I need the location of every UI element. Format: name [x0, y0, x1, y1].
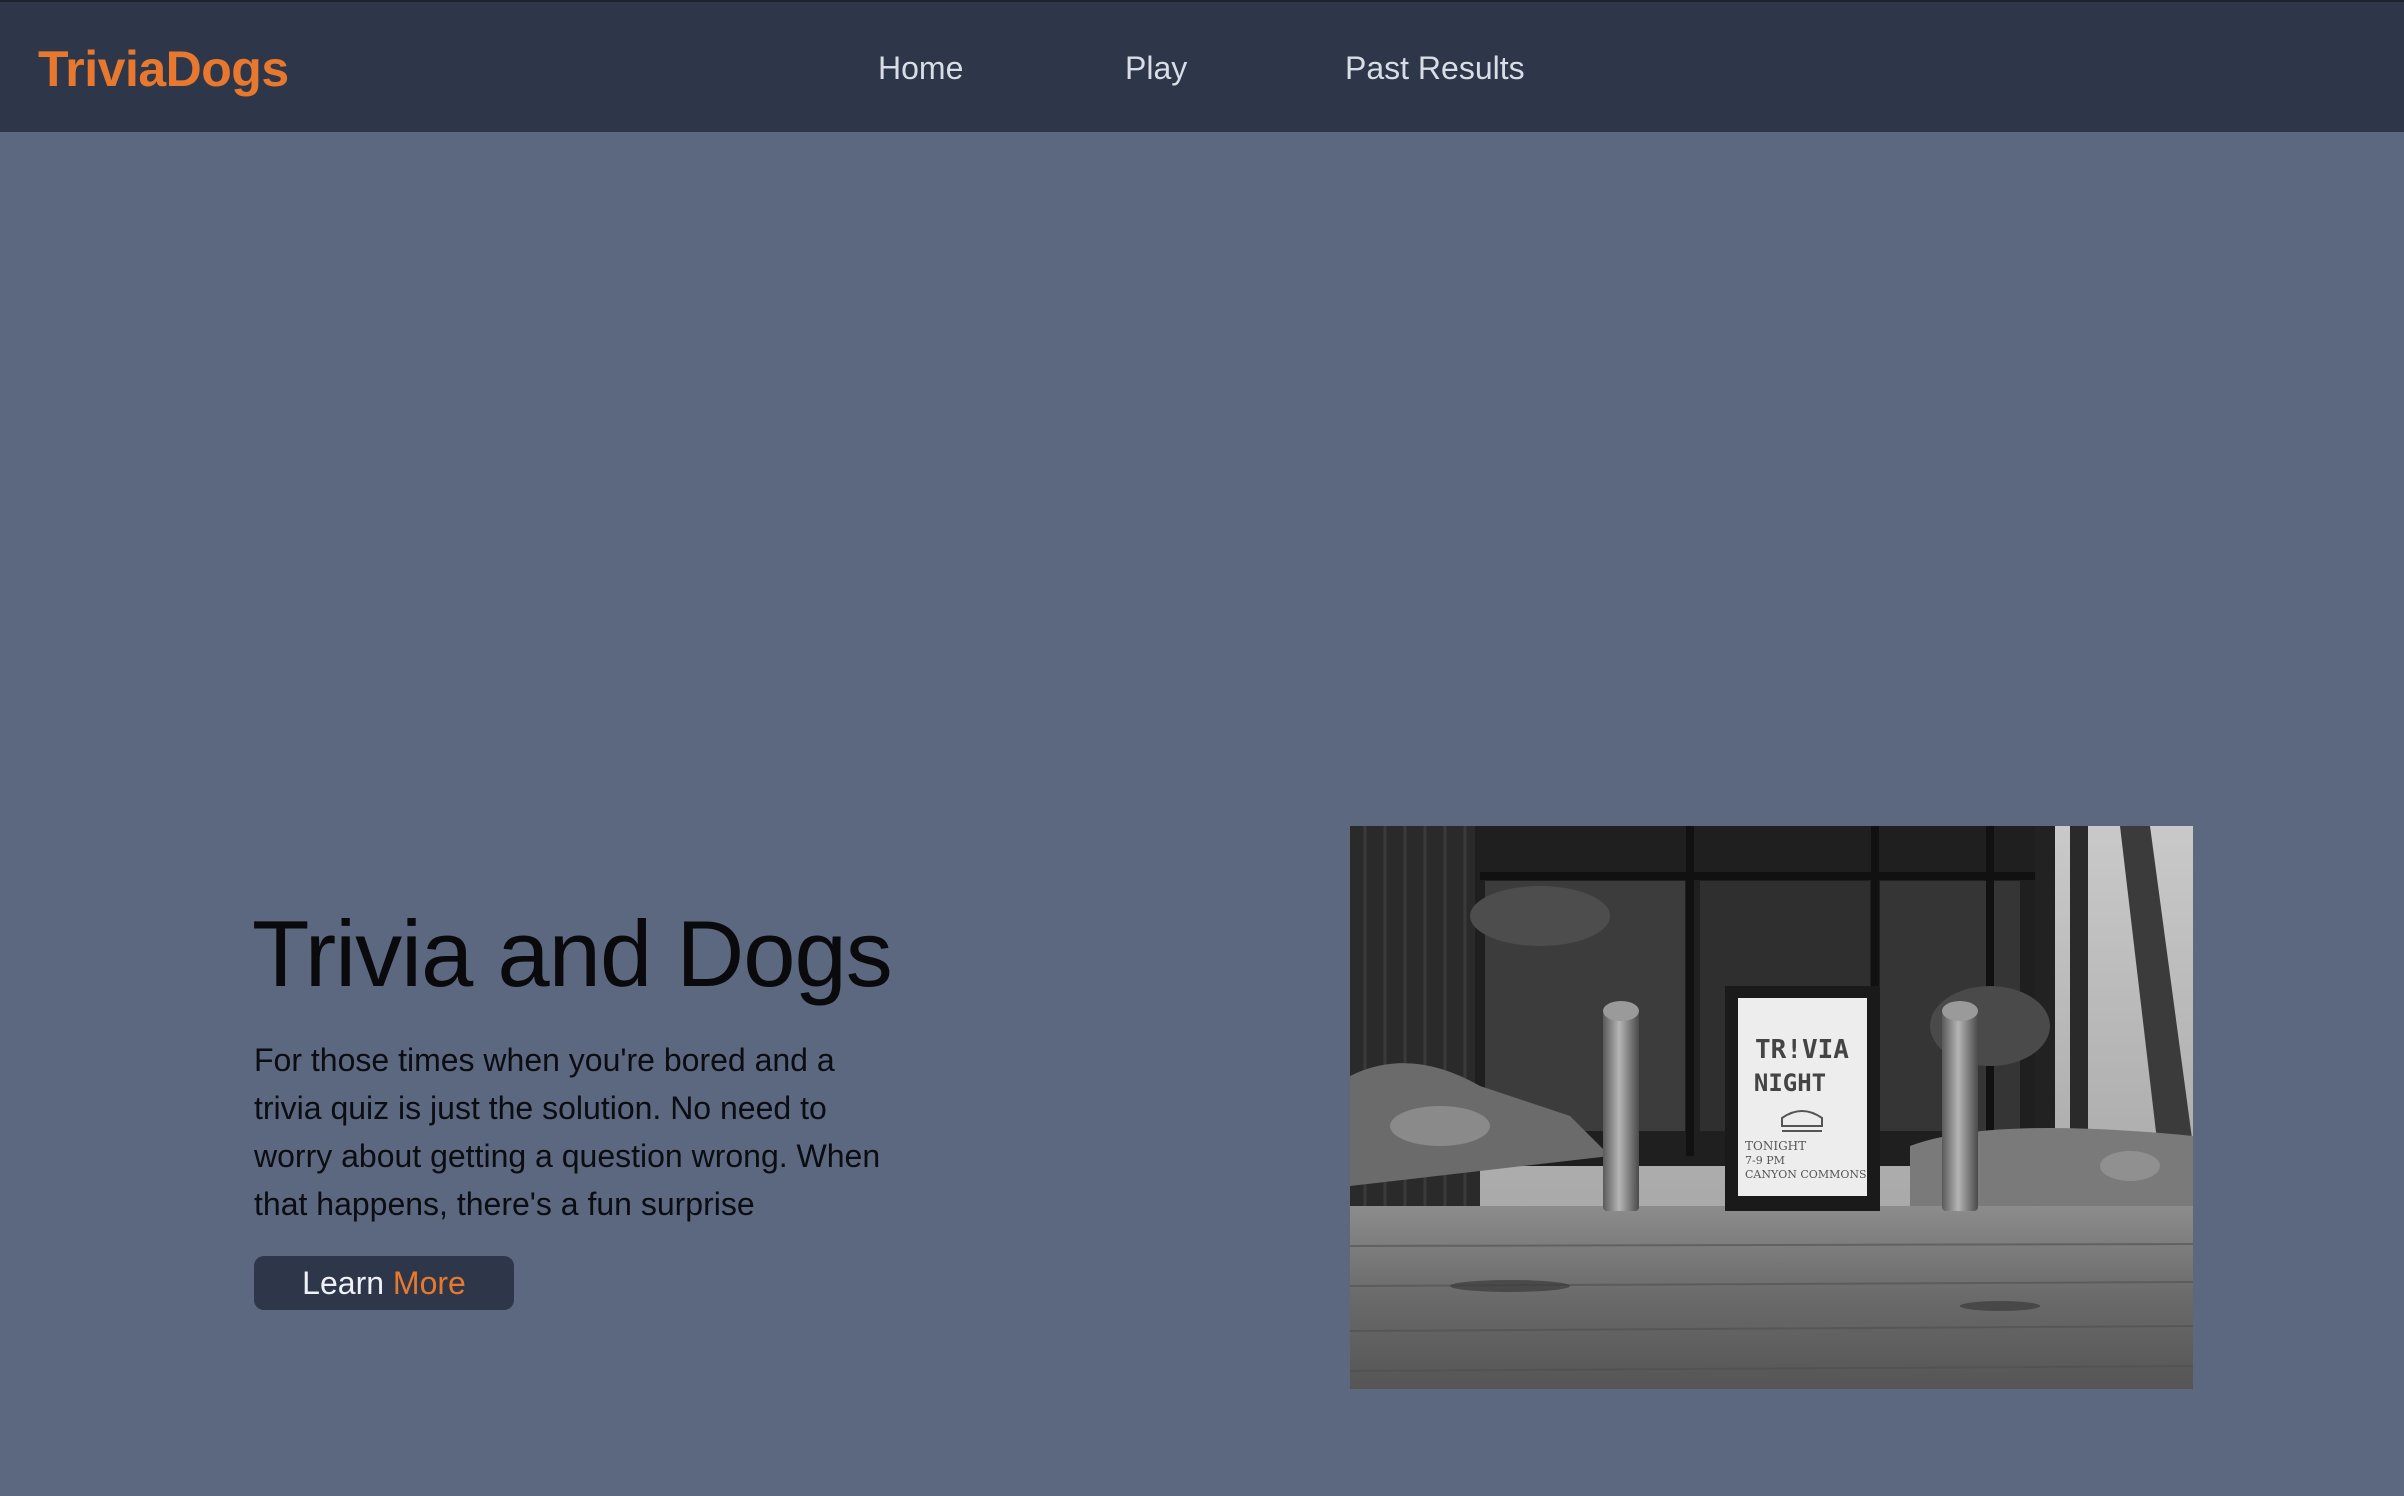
top-navigation-bar: TriviaDogs Home Play Past Results	[0, 0, 2404, 132]
learn-more-button[interactable]: Learn More	[254, 1256, 514, 1310]
sign-line2: NIGHT	[1754, 1069, 1826, 1097]
trivia-night-photo: TR!VIA NIGHT TONIGHT 7-9 PM CANYON COMMO…	[1350, 826, 2193, 1389]
brand-logo[interactable]: TriviaDogs	[38, 40, 289, 98]
sign-line5: CANYON COMMONS	[1745, 1168, 1867, 1181]
learn-more-button-word1: Learn	[302, 1265, 385, 1301]
sign-line3: TONIGHT	[1745, 1139, 1806, 1153]
trivia-night-photo-illustration: TR!VIA NIGHT TONIGHT 7-9 PM CANYON COMMO…	[1350, 826, 2193, 1389]
nav-link-play[interactable]: Play	[1125, 50, 1187, 87]
hero-title: Trivia and Dogs	[252, 901, 893, 1006]
learn-more-button-word2: More	[392, 1265, 466, 1301]
nav-link-home[interactable]: Home	[878, 50, 963, 87]
sign-line4: 7-9 PM	[1745, 1154, 1785, 1167]
hero-description: For those times when you're bored and a …	[254, 1042, 881, 1222]
sign-line1: TR!VIA	[1755, 1035, 1849, 1065]
nav-link-past-results[interactable]: Past Results	[1345, 50, 1525, 87]
